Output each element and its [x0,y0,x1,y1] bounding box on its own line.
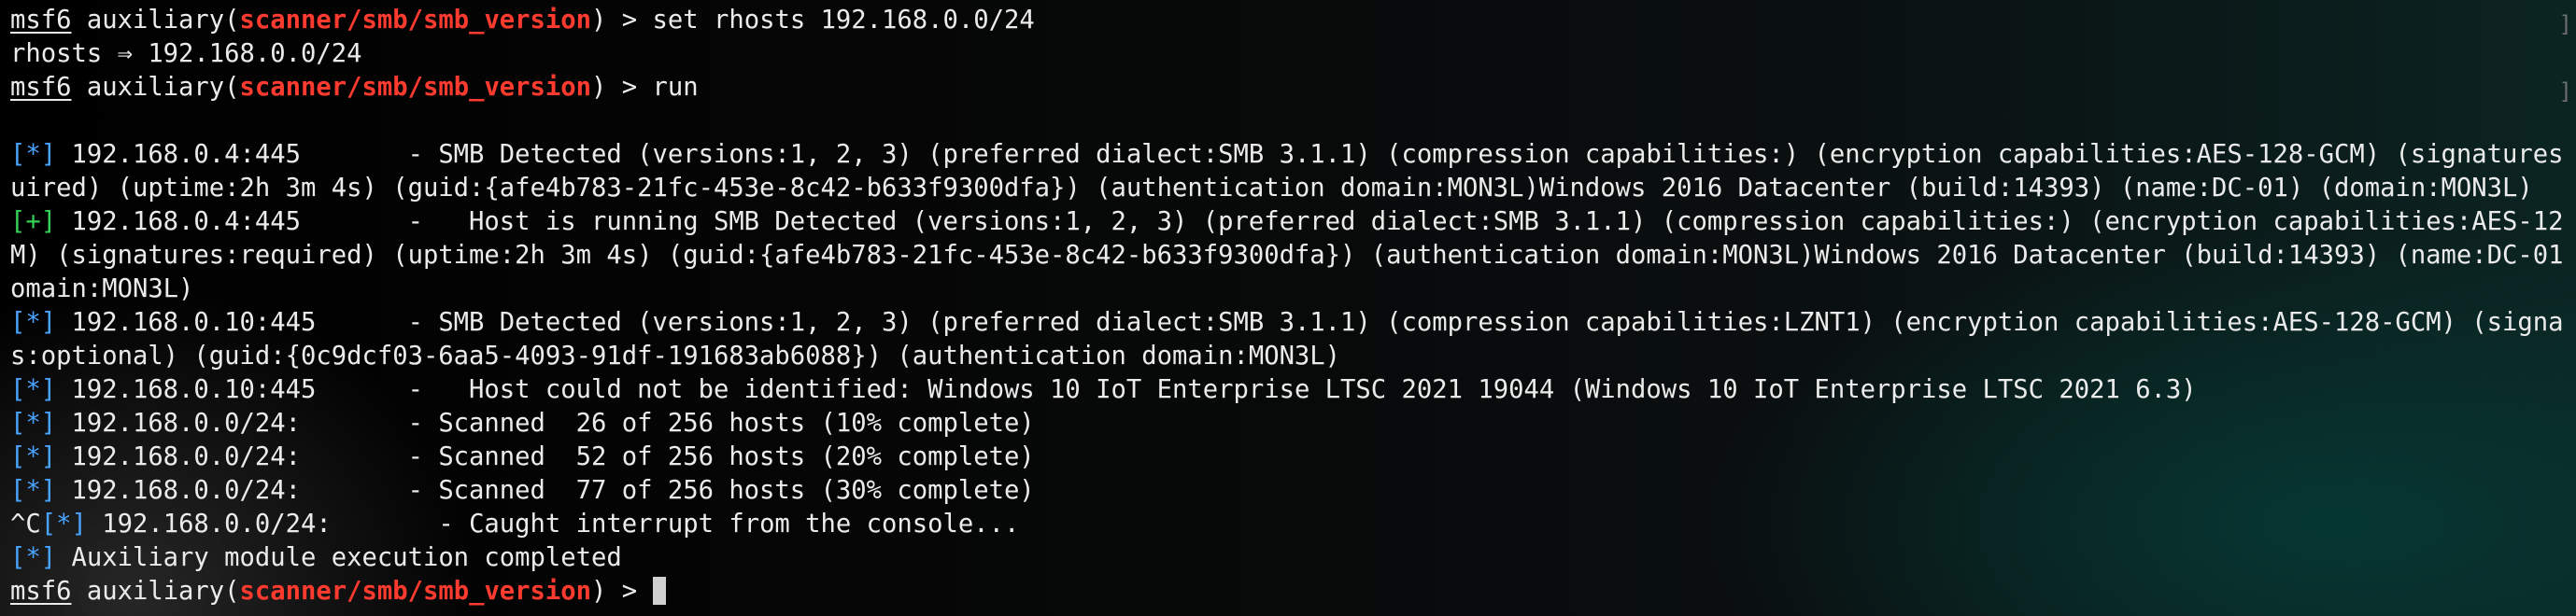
interrupt-prefix: ^C [10,510,41,539]
prompt-pre: auxiliary( [71,73,240,102]
prompt-msf: msf6 [10,6,72,35]
status-tag-info: [*] [10,375,57,404]
prompt-module: scanner/smb/smb_version [239,6,592,35]
active-prompt-line[interactable]: msf6 auxiliary(scanner/smb/smb_version) … [10,575,2565,609]
prompt-msf: msf6 [10,73,72,102]
output-line: s:optional) (guid:{0c9dcf03-6aa5-4093-91… [10,342,1341,371]
status-tag-info: [*] [10,308,57,337]
output-text: 192.168.0.0/24: - Scanned 26 of 256 host… [56,409,1035,438]
prompt-pre: auxiliary( [71,577,240,606]
command-text: set rhosts 192.168.0.0/24 [652,6,1035,35]
output-text: 192.168.0.10:445 - Host could not be ide… [56,375,2197,404]
status-tag-info: [*] [10,543,57,572]
status-tag-info: [*] [10,140,57,169]
terminal-window[interactable]: msf6 auxiliary(scanner/smb/smb_version) … [10,4,2565,612]
output-line: omain:MON3L) [10,274,194,303]
output-line: [*] 192.168.0.0/24: - Scanned 26 of 256 … [10,407,2565,441]
prompt-msf: msf6 [10,577,72,606]
output-line: [*] 192.168.0.0/24: - Scanned 77 of 256 … [10,474,2565,508]
edge-marker: ] [2558,78,2572,105]
output-line: [+] 192.168.0.4:445 - Host is running SM… [10,205,2565,239]
prompt-module: scanner/smb/smb_version [239,577,592,606]
prompt-module: scanner/smb/smb_version [239,73,592,102]
status-tag-info: [*] [10,476,57,505]
rhosts-echo: rhosts ⇒ 192.168.0.0/24 [10,39,362,68]
status-tag-info: [*] [40,510,87,539]
output-text: Auxiliary module execution completed [56,543,622,572]
status-tag-good: [+] [10,207,57,236]
status-tag-info: [*] [10,409,57,438]
command-line-set-rhosts: msf6 auxiliary(scanner/smb/smb_version) … [10,4,2565,37]
output-text: 192.168.0.4:445 - Host is running SMB De… [56,207,2565,236]
prompt-pre: auxiliary( [71,6,240,35]
edge-marker: ] [2558,11,2572,37]
prompt-post: ) > [591,6,653,35]
status-tag-info: [*] [10,442,57,471]
output-line: [*] 192.168.0.10:445 - SMB Detected (ver… [10,306,2565,340]
command-line-run: msf6 auxiliary(scanner/smb/smb_version) … [10,71,2565,105]
block-cursor-icon [652,577,666,605]
prompt-post: ) > [591,73,653,102]
output-line: ^C[*] 192.168.0.0/24: - Caught interrupt… [10,508,2565,541]
output-line: [*] 192.168.0.0/24: - Scanned 52 of 256 … [10,441,2565,474]
output-text: 192.168.0.10:445 - SMB Detected (version… [56,308,2565,337]
output-text: 192.168.0.0/24: - Caught interrupt from … [86,510,1020,539]
output-line: uired) (uptime:2h 3m 4s) (guid:{afe4b783… [10,174,2533,203]
output-text: 192.168.0.0/24: - Scanned 52 of 256 host… [56,442,1035,471]
output-line: [*] Auxiliary module execution completed [10,541,2565,575]
command-text: run [652,73,699,102]
prompt-post: ) > [591,577,653,606]
output-text: 192.168.0.0/24: - Scanned 77 of 256 host… [56,476,1035,505]
output-line: M) (signatures:required) (uptime:2h 3m 4… [10,241,2565,270]
output-line: [*] 192.168.0.10:445 - Host could not be… [10,373,2565,407]
output-line: [*] 192.168.0.4:445 - SMB Detected (vers… [10,138,2565,172]
output-text: 192.168.0.4:445 - SMB Detected (versions… [56,140,2565,169]
